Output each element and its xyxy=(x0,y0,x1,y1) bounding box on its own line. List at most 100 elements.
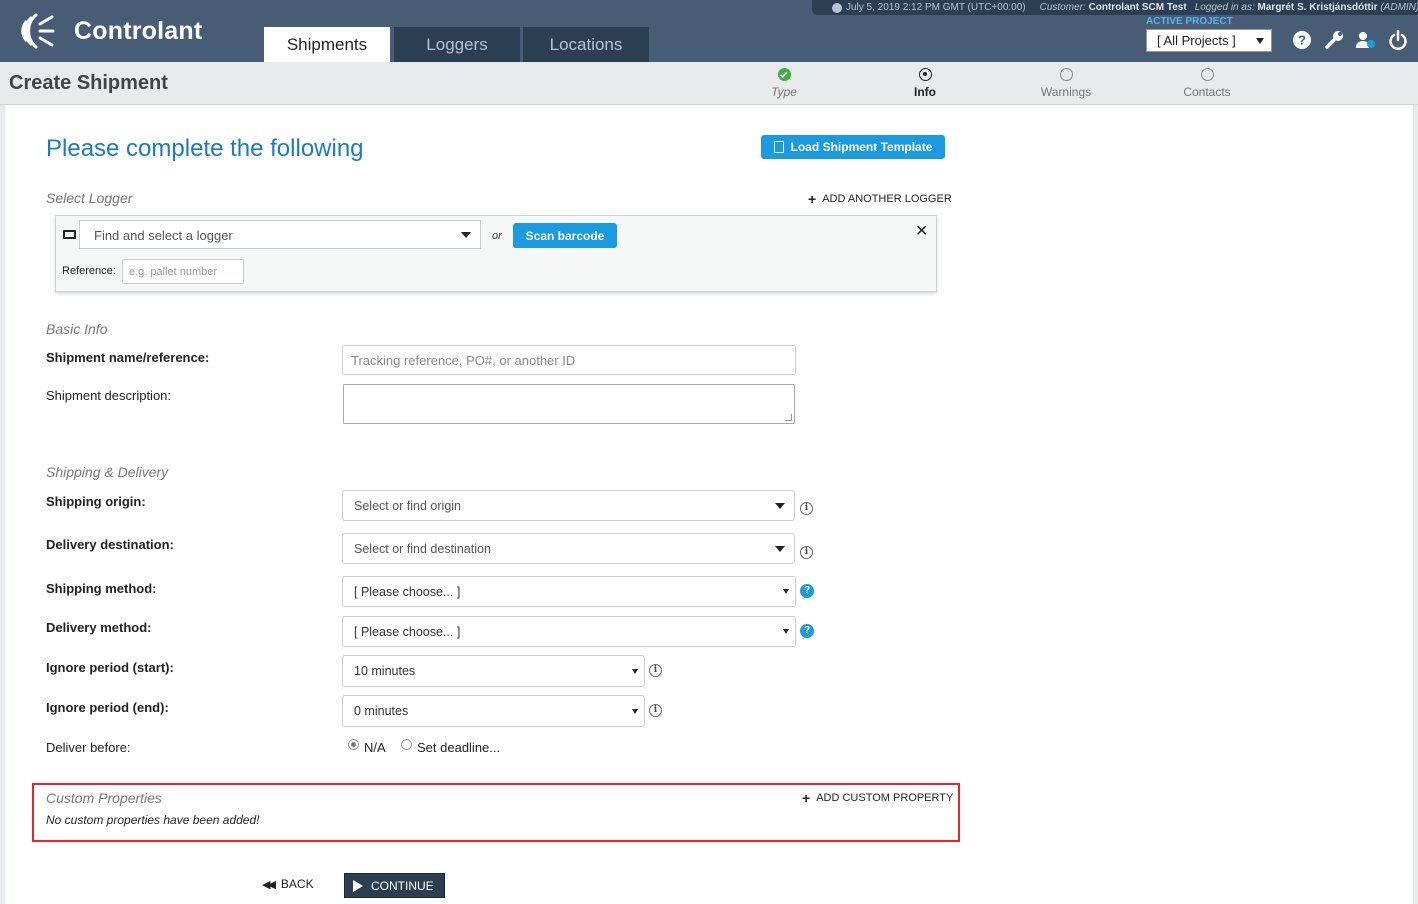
power-icon[interactable] xyxy=(1387,29,1409,51)
ignore-period-end-select[interactable]: 0 minutes xyxy=(342,695,645,727)
ignore-period-end-value: 0 minutes xyxy=(354,704,409,718)
brand-name: Controlant xyxy=(74,16,203,45)
deliver-na-radio[interactable] xyxy=(348,739,359,750)
step-label: Warnings xyxy=(1040,85,1092,99)
reference-input[interactable]: e.g. pallet number xyxy=(122,259,244,284)
set-deadline-radio[interactable] xyxy=(401,739,412,750)
caret-down-icon xyxy=(783,589,789,594)
shipment-name-input[interactable]: Tracking reference, PO#, or another ID xyxy=(342,345,796,375)
add-logger-label: ADD ANOTHER LOGGER xyxy=(822,193,952,205)
custom-properties-title: Custom Properties xyxy=(46,790,162,806)
caret-down-icon xyxy=(461,232,471,238)
brand-logo[interactable]: Controlant xyxy=(20,12,202,50)
delivery-destination-select[interactable]: Select or find destination xyxy=(342,533,795,564)
shipping-delivery-title: Shipping & Delivery xyxy=(46,464,169,480)
customer-name: Controlant SCM Test xyxy=(1088,2,1187,13)
plus-icon: + xyxy=(808,191,817,207)
delivery-method-value: [ Please choose... ] xyxy=(354,624,461,639)
shipping-method-select[interactable]: [ Please choose... ] xyxy=(342,576,796,607)
step-label: Contacts xyxy=(1183,85,1231,99)
ignore-period-start-label: Ignore period (start): xyxy=(46,660,174,675)
help-icon[interactable]: ? xyxy=(800,584,814,598)
add-custom-property-link[interactable]: + ADD CUSTOM PROPERTY xyxy=(802,791,953,805)
back-label: BACK xyxy=(280,877,314,891)
page-title: Create Shipment xyxy=(9,72,168,94)
resize-grip-icon[interactable] xyxy=(785,414,792,421)
form-heading: Please complete the following xyxy=(46,135,364,162)
logged-in-label: Logged in as: xyxy=(1194,2,1255,13)
customer-label: Customer: xyxy=(1039,2,1086,13)
copy-document-icon xyxy=(773,141,784,153)
step-current-icon xyxy=(918,68,932,81)
caret-down-icon xyxy=(775,503,785,509)
select-logger-title: Select Logger xyxy=(46,190,133,206)
controlant-logo-icon xyxy=(21,13,55,49)
help-icon[interactable]: ? xyxy=(1291,29,1313,51)
shipment-name-label: Shipment name/reference: xyxy=(46,350,210,365)
active-project-label: ACTIVE PROJECT xyxy=(1146,16,1233,27)
set-deadline-label[interactable]: Set deadline... xyxy=(417,740,500,755)
wrench-icon[interactable] xyxy=(1323,29,1345,51)
user-group: Logged in as: Margrét S. Kristjánsdóttir… xyxy=(1195,2,1418,13)
tab-locations[interactable]: Locations xyxy=(523,27,649,62)
info-icon[interactable]: i xyxy=(649,664,662,677)
tab-label: Shipments xyxy=(286,34,368,54)
step-contacts[interactable]: Contacts xyxy=(1167,68,1247,99)
info-icon[interactable]: i xyxy=(649,704,662,717)
ignore-period-start-select[interactable]: 10 minutes xyxy=(342,655,645,687)
caret-down-icon xyxy=(1256,38,1264,44)
basic-info-title: Basic Info xyxy=(46,321,108,337)
project-select-value: [ All Projects ] xyxy=(1157,33,1236,48)
info-icon[interactable]: i xyxy=(800,502,813,515)
back-button[interactable]: ◀◀ BACK xyxy=(262,877,314,891)
step-label: Type xyxy=(771,85,797,99)
continue-button[interactable]: CONTINUE xyxy=(344,873,445,898)
user-role: (ADMIN) xyxy=(1380,2,1418,13)
deliver-na-label[interactable]: N/A xyxy=(364,740,386,755)
shipping-method-value: [ Please choose... ] xyxy=(354,584,461,599)
step-warnings[interactable]: Warnings xyxy=(1026,68,1106,99)
logger-select[interactable]: Find and select a logger xyxy=(79,220,481,249)
delivery-method-label: Delivery method: xyxy=(46,620,152,635)
tab-label: Loggers xyxy=(426,34,488,54)
scan-barcode-button[interactable]: Scan barcode xyxy=(513,223,617,248)
ignore-period-end-label: Ignore period (end): xyxy=(46,700,169,715)
project-select[interactable]: [ All Projects ] xyxy=(1146,29,1272,52)
step-pending-icon xyxy=(1059,68,1073,81)
tab-loggers[interactable]: Loggers xyxy=(394,27,520,62)
delivery-method-select[interactable]: [ Please choose... ] xyxy=(342,616,796,647)
help-icon[interactable]: ? xyxy=(800,624,814,638)
step-type[interactable]: Type xyxy=(744,68,824,99)
logger-select-placeholder: Find and select a logger xyxy=(94,228,233,243)
no-custom-properties-text: No custom properties have been added! xyxy=(46,813,260,827)
shipping-origin-label: Shipping origin: xyxy=(46,494,146,509)
clock-icon xyxy=(832,2,842,13)
shipment-description-label: Shipment description: xyxy=(46,388,172,403)
shipment-description-textarea[interactable] xyxy=(343,384,795,424)
load-template-button[interactable]: Load Shipment Template xyxy=(761,135,945,159)
rewind-icon: ◀◀ xyxy=(262,878,276,891)
step-info[interactable]: Info xyxy=(885,68,965,99)
step-pending-icon xyxy=(1200,68,1214,81)
add-another-logger-link[interactable]: + ADD ANOTHER LOGGER xyxy=(808,191,952,207)
session-info-bar: July 5, 2019 2:12 PM GMT (UTC+00:00) Cus… xyxy=(812,0,1418,15)
load-template-label: Load Shipment Template xyxy=(790,140,933,154)
deliver-before-label: Deliver before: xyxy=(46,740,131,755)
customer-group: Customer: Controlant SCM Test xyxy=(1040,2,1187,13)
delivery-destination-placeholder: Select or find destination xyxy=(354,541,491,556)
reference-label: Reference: xyxy=(62,265,116,277)
delivery-destination-label: Delivery destination: xyxy=(46,537,174,552)
users-icon[interactable] xyxy=(1355,29,1377,51)
tab-label: Locations xyxy=(549,34,623,54)
datetime: July 5, 2019 2:12 PM GMT (UTC+00:00) xyxy=(846,2,1026,13)
user-name: Margrét S. Kristjánsdóttir xyxy=(1257,2,1378,13)
tab-shipments[interactable]: Shipments xyxy=(264,27,390,62)
shipping-origin-placeholder: Select or find origin xyxy=(354,498,462,513)
play-icon xyxy=(353,879,363,892)
shipping-origin-select[interactable]: Select or find origin xyxy=(342,490,795,521)
close-icon[interactable]: ✕ xyxy=(915,221,928,241)
caret-down-icon xyxy=(775,546,785,552)
info-icon[interactable]: i xyxy=(800,546,813,559)
step-label: Info xyxy=(914,85,936,99)
continue-label: CONTINUE xyxy=(371,878,434,893)
